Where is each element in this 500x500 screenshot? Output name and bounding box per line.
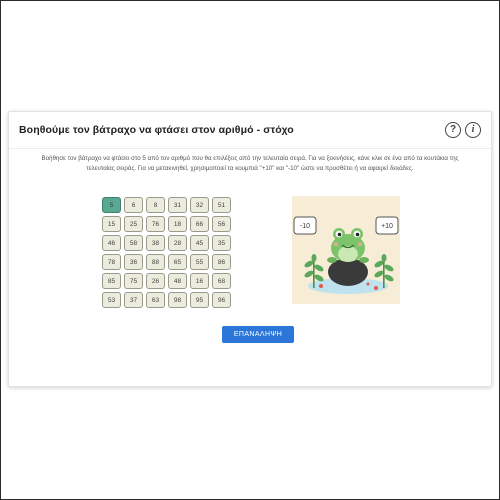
minus-ten-sign: -10	[293, 216, 317, 235]
grid-cell[interactable]: 65	[168, 254, 187, 270]
grid-cell[interactable]: 35	[212, 235, 231, 251]
card-header: Βοηθούμε τον βάτραχο να φτάσει στον αριθ…	[9, 112, 491, 149]
grid-cell[interactable]: 76	[146, 216, 165, 232]
grid-cell[interactable]: 78	[102, 254, 121, 270]
grid-cell[interactable]: 26	[146, 273, 165, 289]
grid-cell[interactable]: 32	[190, 197, 209, 213]
frog-character	[327, 228, 369, 263]
restart-button[interactable]: ΕΠΑΝΑΛΗΨΗ	[222, 326, 294, 343]
grid-cell[interactable]: 88	[146, 254, 165, 270]
grid-cell[interactable]: 98	[168, 292, 187, 308]
grid-cell[interactable]: 38	[146, 235, 165, 251]
grid-cell[interactable]: 37	[124, 292, 143, 308]
grid-cell[interactable]: 96	[212, 292, 231, 308]
instructions-text: Βοήθησε τον βάτραχο να φτάσει στο 5 από …	[41, 155, 459, 172]
frog-illustration: -10 +10	[293, 216, 399, 294]
grid-cell[interactable]: 5	[102, 197, 121, 213]
grid-cell[interactable]: 46	[102, 235, 121, 251]
grid-cell[interactable]: 48	[168, 273, 187, 289]
grid-cell[interactable]: 63	[146, 292, 165, 308]
info-circle-icon[interactable]: i	[465, 122, 481, 138]
activity-card: Βοηθούμε τον βάτραχο να φτάσει στον αριθ…	[8, 111, 492, 387]
grid-cell[interactable]: 85	[102, 273, 121, 289]
grid-cell[interactable]: 86	[212, 254, 231, 270]
grid-cell[interactable]: 66	[190, 216, 209, 232]
plus-ten-label: +10	[381, 223, 393, 230]
minus-ten-label: -10	[300, 223, 310, 230]
grid-cell[interactable]: 36	[124, 254, 143, 270]
grid-cell[interactable]: 31	[168, 197, 187, 213]
grid-cell[interactable]: 16	[190, 273, 209, 289]
grid-cell[interactable]: 55	[190, 254, 209, 270]
grid-cell[interactable]: 15	[102, 216, 121, 232]
grid-cell[interactable]: 58	[124, 235, 143, 251]
grid-cell[interactable]: 75	[124, 273, 143, 289]
grid-cell[interactable]: 68	[212, 273, 231, 289]
grid-cell[interactable]: 6	[124, 197, 143, 213]
grid-cell[interactable]: 45	[190, 235, 209, 251]
question-circle-icon[interactable]: ?	[445, 122, 461, 138]
activity-title: Βοηθούμε τον βάτραχο να φτάσει στον αριθ…	[19, 124, 294, 136]
grid-cell[interactable]: 53	[102, 292, 121, 308]
grid-cell[interactable]: 25	[124, 216, 143, 232]
grid-cell[interactable]: 95	[190, 292, 209, 308]
grid-cell[interactable]: 8	[146, 197, 165, 213]
plus-ten-sign: +10	[375, 216, 399, 235]
grid-cell[interactable]: 56	[212, 216, 231, 232]
frog-scene: -10 +10	[292, 196, 400, 304]
grid-cell[interactable]: 28	[168, 235, 187, 251]
number-grid: 5 6 8 31 32 51 15 25 76 18 66 56 46 58 38 28 45 35 78 36 88 6…	[101, 196, 232, 309]
grid-cell[interactable]: 51	[212, 197, 231, 213]
grid-cell[interactable]: 18	[168, 216, 187, 232]
